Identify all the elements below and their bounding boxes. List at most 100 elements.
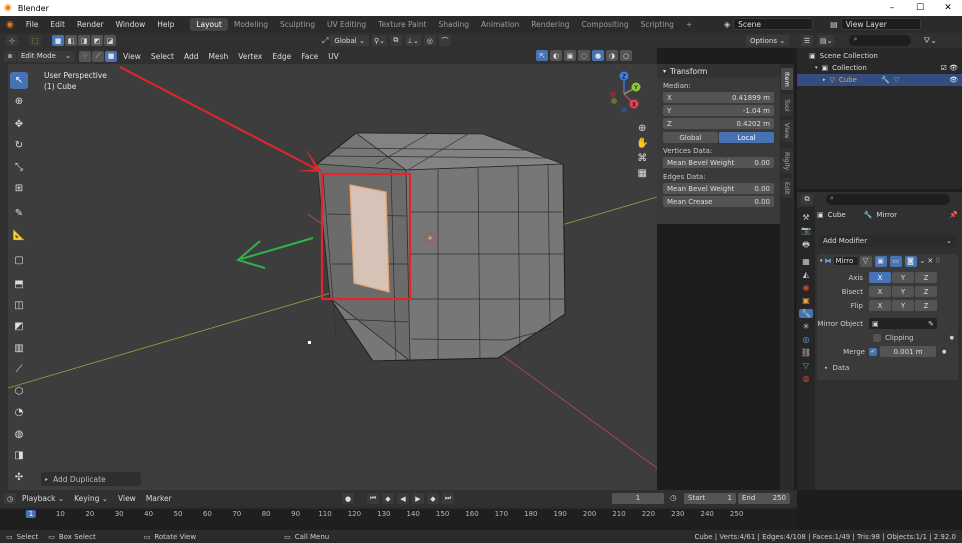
select-mode-invert-icon[interactable]: ◩: [91, 35, 103, 46]
add-modifier-dropdown[interactable]: Add Modifier ⌄: [819, 235, 956, 247]
timeline-editor-icon[interactable]: ◷: [4, 493, 16, 504]
add-workspace-button[interactable]: +: [680, 18, 698, 31]
bisect-y-toggle[interactable]: Y: [892, 286, 914, 297]
menu-view[interactable]: View: [118, 52, 146, 61]
extrude-tool-icon[interactable]: ⬒: [10, 276, 28, 293]
menu-mesh[interactable]: Mesh: [203, 52, 233, 61]
last-operator-panel[interactable]: ▸ Add Duplicate: [41, 472, 141, 486]
data-subpanel[interactable]: ▸ Data: [817, 361, 958, 374]
material-props-icon[interactable]: ◍: [803, 374, 810, 383]
proportional-edit-icon[interactable]: ◎: [423, 35, 436, 46]
flip-x-toggle[interactable]: X: [869, 300, 891, 311]
jump-start-icon[interactable]: ⏮: [367, 493, 379, 504]
visibility-eye-icon[interactable]: 👁: [949, 76, 958, 84]
eyedropper-icon[interactable]: ✎: [928, 320, 934, 328]
workspace-tab-uv-editing[interactable]: UV Editing: [321, 18, 372, 31]
rotate-tool-icon[interactable]: ↻: [10, 137, 28, 154]
clock-icon[interactable]: ◷: [670, 493, 677, 502]
gizmo-neg-x-icon[interactable]: [610, 91, 616, 97]
workspace-tab-rendering[interactable]: Rendering: [525, 18, 575, 31]
poly-build-tool-icon[interactable]: ⬡: [10, 383, 28, 400]
mirror-object-field[interactable]: ▣ ✎: [869, 318, 937, 329]
select-box-tool-icon[interactable]: ↖: [10, 72, 28, 89]
menu-window[interactable]: Window: [110, 20, 152, 29]
overlays-icon[interactable]: ◐: [550, 50, 562, 61]
select-mode-subtract-icon[interactable]: ◨: [78, 35, 90, 46]
blender-menu-icon[interactable]: ◉: [0, 20, 20, 30]
navigation-gizmo[interactable]: X Z Y: [602, 68, 646, 116]
workspace-tab-texture-paint[interactable]: Texture Paint: [372, 18, 432, 31]
annotate-tool-icon[interactable]: ✎: [10, 205, 28, 222]
gizmo-neg-z-icon[interactable]: [621, 107, 627, 113]
menu-marker[interactable]: Marker: [141, 494, 177, 503]
transform-section-title[interactable]: Transform: [670, 67, 707, 76]
prev-keyframe-icon[interactable]: ◆: [382, 493, 394, 504]
workspace-tab-compositing[interactable]: Compositing: [576, 18, 635, 31]
gizmo-neg-y-icon[interactable]: [611, 98, 617, 104]
flip-z-toggle[interactable]: Z: [915, 300, 937, 311]
cursor-tool-icon[interactable]: ⊕: [10, 93, 28, 110]
pan-hand-icon[interactable]: ✋: [636, 138, 648, 149]
scene-selector[interactable]: Scene: [733, 18, 814, 30]
jump-end-icon[interactable]: ⏭: [442, 493, 454, 504]
vertex-select-icon[interactable]: ⁘: [79, 50, 91, 62]
shrink-fatten-tool-icon[interactable]: ✣: [10, 469, 28, 486]
expand-icon[interactable]: ▾: [815, 65, 818, 71]
properties-search-input[interactable]: ⌕: [826, 194, 950, 205]
mean-crease-field[interactable]: Mean Crease 0.00: [663, 196, 774, 207]
outliner-row-scene-collection[interactable]: ▣ Scene Collection: [797, 50, 962, 62]
filter-icon[interactable]: ⛛⌄: [923, 36, 936, 46]
keyframe-dot-icon[interactable]: ●: [942, 349, 946, 355]
record-icon[interactable]: ●: [342, 493, 354, 504]
local-toggle[interactable]: Local: [719, 132, 774, 143]
data-props-icon[interactable]: ▽: [803, 361, 809, 370]
add-cube-tool-icon[interactable]: ▢: [10, 252, 28, 269]
flip-y-toggle[interactable]: Y: [892, 300, 914, 311]
3d-viewport[interactable]: User Perspective (1) Cube X Z Y ⊕ ✋ ⌘ ▦ …: [8, 64, 657, 490]
median-z-field[interactable]: Z 0.4202 m: [663, 118, 774, 129]
view-layer-selector[interactable]: View Layer: [840, 18, 921, 30]
tab-rigify[interactable]: Rigify: [781, 148, 793, 174]
play-reverse-icon[interactable]: ◀: [397, 493, 409, 504]
cage-toggle-icon[interactable]: ▣: [874, 255, 887, 267]
menu-add[interactable]: Add: [179, 52, 204, 61]
menu-timeline-view[interactable]: View: [113, 494, 141, 503]
select-mode-new-icon[interactable]: ■: [52, 35, 64, 46]
output-props-icon[interactable]: 🖶: [802, 239, 810, 253]
physics-props-icon[interactable]: ◎: [803, 335, 810, 344]
panel-collapse-icon[interactable]: ▾: [820, 258, 823, 264]
scene-props-icon[interactable]: ◭: [803, 270, 809, 279]
view-layer-props-icon[interactable]: ▦: [802, 257, 810, 266]
menu-help[interactable]: Help: [151, 20, 180, 29]
outliner-search-input[interactable]: ⌕: [849, 35, 912, 46]
modifier-name-input[interactable]: Mirro: [833, 257, 858, 265]
workspace-tab-shading[interactable]: Shading: [433, 18, 475, 31]
workspace-tab-modeling[interactable]: Modeling: [228, 18, 274, 31]
bisect-x-toggle[interactable]: X: [869, 286, 891, 297]
axis-x-toggle[interactable]: X: [869, 272, 891, 283]
tab-edit[interactable]: Edit: [781, 178, 793, 198]
render-toggle-icon[interactable]: ◙: [904, 255, 917, 267]
workspace-tab-sculpting[interactable]: Sculpting: [274, 18, 321, 31]
play-icon[interactable]: ▶: [412, 493, 424, 504]
workspace-tab-animation[interactable]: Animation: [475, 18, 525, 31]
transform-orientation-dropdown[interactable]: Global ⌄: [330, 35, 369, 46]
modifier-props-icon[interactable]: 🔧: [799, 309, 813, 318]
rendered-shading-icon[interactable]: ○: [620, 50, 632, 61]
object-props-icon[interactable]: ▣: [802, 296, 810, 305]
start-frame-field[interactable]: Start 1: [684, 493, 736, 504]
axis-z-toggle[interactable]: Z: [915, 272, 937, 283]
scale-tool-icon[interactable]: ⤡: [10, 159, 28, 176]
pivot-icon[interactable]: ⚲⌄: [371, 35, 387, 46]
remove-modifier-icon[interactable]: ✕: [927, 257, 933, 265]
keyframe-dot-icon[interactable]: ●: [950, 335, 954, 341]
tab-tool[interactable]: Tool: [781, 94, 793, 116]
knife-tool-icon[interactable]: ⟋: [10, 361, 28, 378]
outliner-editor-icon[interactable]: ☰: [801, 35, 813, 46]
render-props-icon[interactable]: 📷: [801, 226, 811, 235]
editor-type-icon[interactable]: ⧈: [4, 50, 16, 62]
xray-icon[interactable]: ▣: [564, 50, 576, 61]
falloff-icon[interactable]: ⌒: [438, 35, 451, 46]
pin-icon[interactable]: 📌: [949, 211, 958, 219]
edge-select-icon[interactable]: ⟋: [92, 50, 104, 62]
